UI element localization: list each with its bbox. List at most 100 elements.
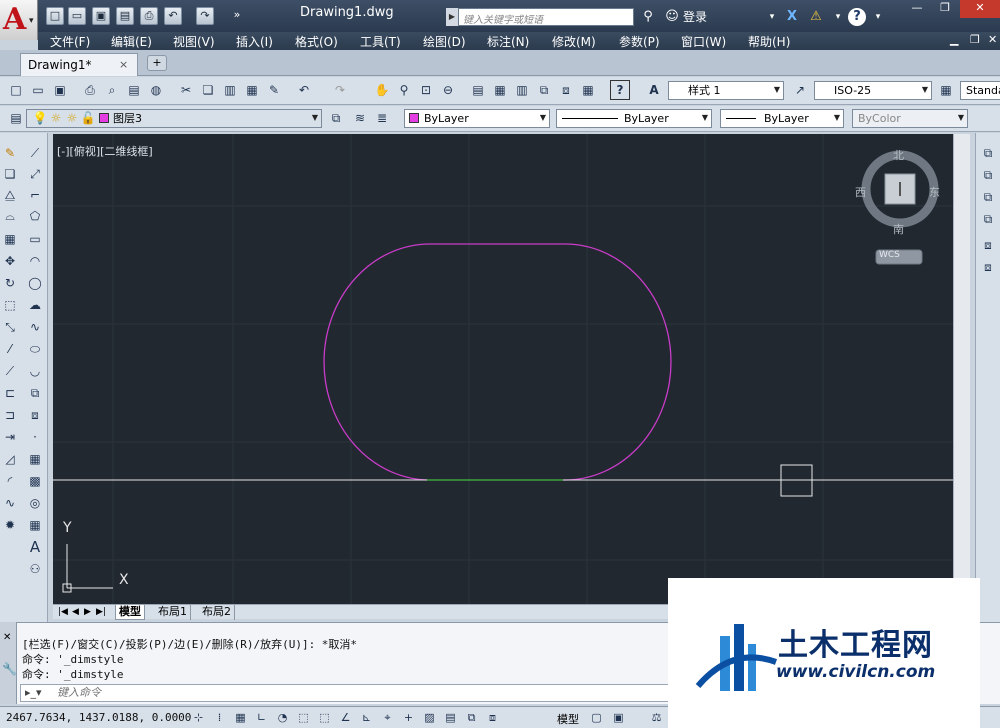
menu-view[interactable]: 视图(V) [173, 33, 215, 50]
zoom-previous-icon[interactable]: ⊖ [438, 80, 458, 100]
rectangle-icon[interactable]: ▭ [25, 229, 45, 249]
mirror-icon[interactable]: ⧋ [0, 185, 20, 205]
grid-display-icon[interactable]: ▦ [232, 709, 249, 726]
prev-layout-icon[interactable]: ◀ [69, 605, 82, 620]
command-window-grip[interactable]: ✕ 🔧 [0, 622, 17, 704]
extend-icon[interactable]: ⟋ [0, 361, 20, 381]
text-style-icon[interactable]: A [644, 80, 664, 100]
text-style-dropdown[interactable]: 样式 1 ▼ [668, 81, 784, 100]
bring-above-icon[interactable]: ⧉ [978, 187, 998, 207]
quick-view-layouts-icon[interactable]: ▢ [588, 709, 605, 726]
tab-layout1[interactable]: 布局1 [155, 605, 191, 620]
explode-icon[interactable]: ✹ [0, 515, 20, 535]
object-snap-icon[interactable]: ⬚ [295, 709, 312, 726]
new-icon[interactable]: □ [6, 80, 26, 100]
table-style-dropdown[interactable]: Standa [960, 81, 1000, 100]
zoom-realtime-icon[interactable]: ⚲ [394, 80, 414, 100]
polar-tracking-icon[interactable]: ◔ [274, 709, 291, 726]
zoom-window-icon[interactable]: ⊡ [416, 80, 436, 100]
linetype-dropdown[interactable]: ByLayer ▼ [556, 109, 712, 128]
menu-modify[interactable]: 修改(M) [552, 33, 596, 50]
open-icon[interactable]: ▭ [28, 80, 48, 100]
quick-view-drawings-icon[interactable]: ▣ [610, 709, 627, 726]
make-block-icon[interactable]: ⧈ [25, 405, 45, 425]
circle-icon[interactable]: ◯ [25, 273, 45, 293]
doc-close-icon[interactable]: ✕ [988, 33, 997, 46]
offset-icon[interactable]: ⌓ [0, 206, 20, 226]
restore-icon[interactable]: ❐ [932, 0, 958, 18]
user-icon[interactable]: ☺ [662, 7, 682, 27]
cut-icon[interactable]: ✂ [176, 80, 196, 100]
stretch-icon[interactable]: ⤡ [0, 317, 20, 337]
redo-icon[interactable]: ↷ [330, 80, 350, 100]
slot-shape[interactable] [323, 243, 672, 481]
menu-format[interactable]: 格式(O) [295, 33, 338, 50]
customize-qat-icon[interactable]: » [228, 7, 246, 25]
plot-preview-icon[interactable]: ⌕ [102, 80, 122, 100]
transparency-icon[interactable]: ▨ [421, 709, 438, 726]
properties-icon[interactable]: ▤ [468, 80, 488, 100]
calculator-icon[interactable]: ▦ [578, 80, 598, 100]
tab-drawing1[interactable]: Drawing1* × [20, 53, 138, 76]
command-prompt-icon[interactable]: ▸_▾ [25, 686, 42, 699]
help-dropdown-icon[interactable]: ▾ [868, 7, 888, 27]
3d-dwf-icon[interactable]: ◍ [146, 80, 166, 100]
close-icon[interactable]: ✕ [960, 0, 1000, 18]
spline-icon[interactable]: ∿ [25, 317, 45, 337]
command-input[interactable] [57, 686, 657, 700]
tab-model[interactable]: 模型 [115, 605, 145, 620]
3d-object-snap-icon[interactable]: ⬚ [316, 709, 333, 726]
redo-icon[interactable]: ↷ [196, 7, 214, 25]
line-icon[interactable]: ⟋ [25, 143, 45, 163]
help-icon[interactable]: ? [610, 80, 630, 100]
layer-state-icon[interactable]: ≣ [372, 108, 392, 128]
new-icon[interactable]: □ [46, 7, 64, 25]
menu-parametric[interactable]: 参数(P) [619, 33, 660, 50]
text-front-icon[interactable]: ⧈ [978, 235, 998, 255]
lineweight-toggle-icon[interactable]: + [400, 709, 417, 726]
rotate-icon[interactable]: ↻ [0, 273, 20, 293]
blend-curves-icon[interactable]: ∿ [0, 493, 20, 513]
dynamic-input-icon[interactable]: ⌖ [379, 709, 396, 726]
fillet-icon[interactable]: ◜ [0, 471, 20, 491]
last-layout-icon[interactable]: ▶| [93, 605, 109, 620]
subscription-icon[interactable]: ⚠ [806, 7, 826, 27]
polyline-icon[interactable]: ⌐ [25, 185, 45, 205]
trim-icon[interactable]: ⁄ [0, 339, 20, 359]
make-current-layer-icon[interactable]: ⧉ [326, 108, 346, 128]
gradient-icon[interactable]: ▩ [25, 471, 45, 491]
quick-properties-icon[interactable]: ▤ [442, 709, 459, 726]
search-input[interactable]: 键入关键字或短语 [458, 8, 634, 26]
compass-east[interactable]: 东 [929, 184, 940, 200]
compass-west[interactable]: 西 [855, 184, 866, 200]
hatch-back-icon[interactable]: ⧈ [978, 257, 998, 277]
construction-line-icon[interactable]: ⤢ [25, 164, 45, 184]
settings-wrench-icon[interactable]: 🔧 [2, 662, 17, 676]
tab-layout2[interactable]: 布局2 [199, 605, 235, 620]
drawing-canvas[interactable]: [-][俯视][二维线框] 北 南 东 西 WCS Y X [53, 134, 953, 604]
menu-draw[interactable]: 绘图(D) [423, 33, 466, 50]
break-at-point-icon[interactable]: ⊏ [0, 383, 20, 403]
minimize-icon[interactable]: — [904, 0, 930, 18]
multiline-text-icon[interactable]: A [25, 537, 45, 557]
login-dropdown-icon[interactable]: ▾ [762, 7, 782, 27]
draw-order-back-icon[interactable]: ⧉ [978, 165, 998, 185]
menu-help[interactable]: 帮助(H) [748, 33, 790, 50]
chamfer-icon[interactable]: ◿ [0, 449, 20, 469]
coordinates-readout[interactable]: 2467.7634, 1437.0188, 0.0000 [6, 711, 191, 724]
design-center-icon[interactable]: ▦ [490, 80, 510, 100]
tool-palettes-icon[interactable]: ▥ [512, 80, 532, 100]
dimension-style-icon[interactable]: ↗ [790, 80, 810, 100]
search-expand-icon[interactable]: ▶ [446, 8, 458, 26]
layer-dropdown[interactable]: 图层3 ▼ [26, 109, 322, 128]
ortho-mode-icon[interactable]: ∟ [253, 709, 270, 726]
revision-cloud-icon[interactable]: ☁ [25, 295, 45, 315]
ellipse-arc-icon[interactable]: ◡ [25, 361, 45, 381]
annotation-scale-icon[interactable]: ⚖ [648, 709, 665, 726]
undo-icon[interactable]: ↶ [164, 7, 182, 25]
infer-constraints-icon[interactable]: ⊹ [190, 709, 207, 726]
layer-previous-icon[interactable]: ≋ [350, 108, 370, 128]
binoculars-icon[interactable]: ⚲ [638, 7, 658, 27]
join-icon[interactable]: ⇥ [0, 427, 20, 447]
dimension-style-dropdown[interactable]: ISO-25 ▼ [814, 81, 932, 100]
